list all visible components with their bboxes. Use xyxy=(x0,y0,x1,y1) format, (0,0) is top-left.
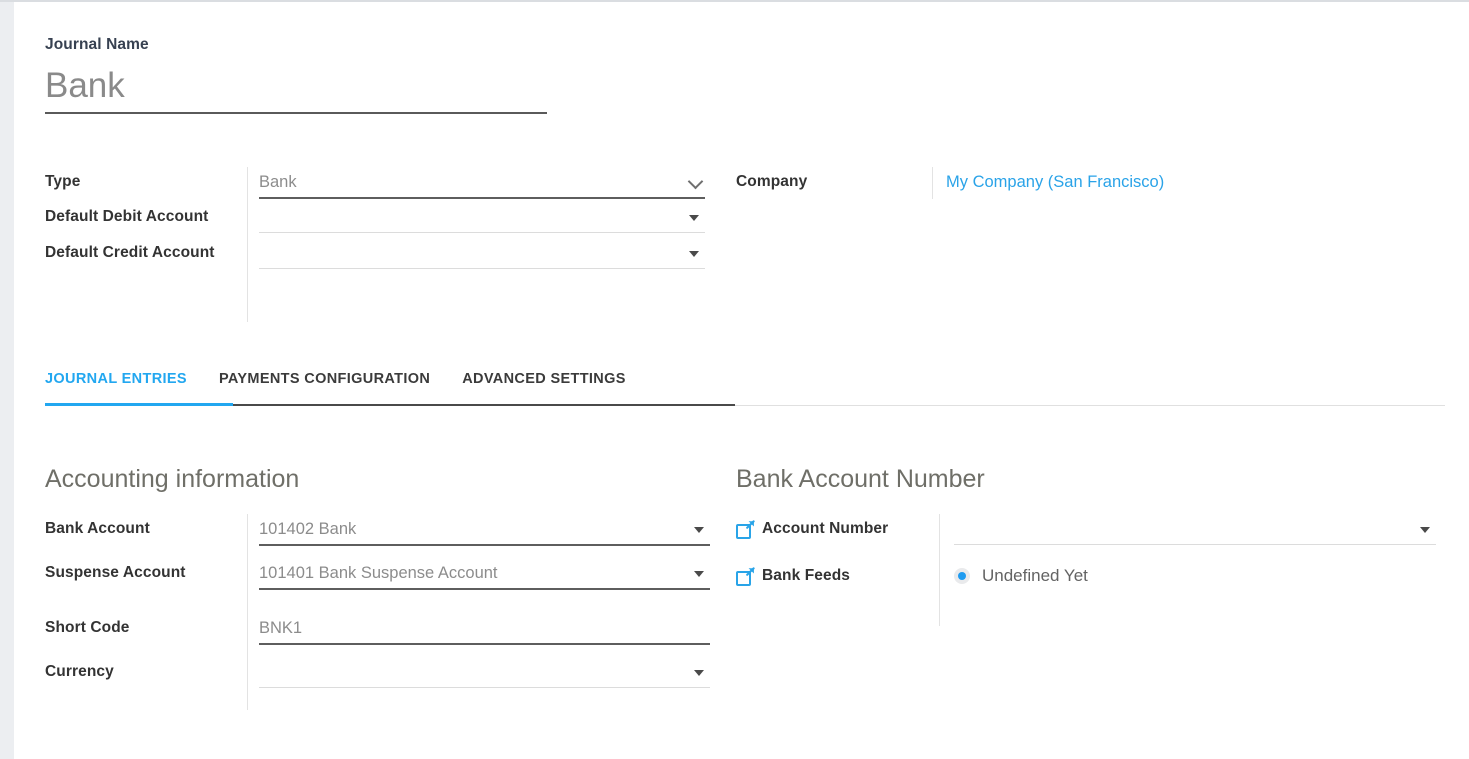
field-bank-feeds-label-wrap: Bank Feeds xyxy=(736,561,939,591)
field-company: Company My Company (San Francisco) xyxy=(736,167,1436,197)
journal-name-label: Journal Name xyxy=(45,36,149,53)
journal-name-input[interactable]: Bank xyxy=(45,64,547,108)
field-suspense-account-dropdown[interactable]: 101401 Bank Suspense Account xyxy=(259,558,710,588)
field-type-underline xyxy=(259,197,705,199)
bank-account-number-heading: Bank Account Number xyxy=(736,465,985,493)
company-link[interactable]: My Company (San Francisco) xyxy=(946,167,1436,197)
field-currency: Currency xyxy=(45,657,710,688)
journal-title-block: Journal Name Bank xyxy=(45,36,547,114)
field-bank-feeds: Bank Feeds Undefined Yet xyxy=(736,561,1436,591)
bank-account-number-section: Bank Account Number Account Number Bank … xyxy=(736,463,1436,626)
header-right-fields: Company My Company (San Francisco) xyxy=(736,167,1436,199)
field-suspense-account-value: 101401 Bank Suspense Account xyxy=(259,564,498,582)
field-bank-feeds-label: Bank Feeds xyxy=(762,567,851,584)
caret-down-icon[interactable] xyxy=(694,571,704,577)
field-default-debit-account-dropdown[interactable] xyxy=(259,202,705,232)
field-account-number-underline xyxy=(954,544,1436,545)
field-short-code-label: Short Code xyxy=(45,619,130,636)
field-short-code-input[interactable]: BNK1 xyxy=(259,613,710,643)
field-account-number-label: Account Number xyxy=(762,520,889,537)
tab-active-indicator xyxy=(45,403,233,406)
field-type-value: Bank xyxy=(259,173,297,191)
field-currency-label: Currency xyxy=(45,663,114,680)
field-default-credit-account-underline xyxy=(259,268,705,269)
external-link-icon[interactable] xyxy=(736,566,755,586)
page-left-gutter xyxy=(0,0,14,759)
field-bank-account-underline xyxy=(259,544,710,546)
caret-down-icon[interactable] xyxy=(1420,527,1430,533)
field-bank-account: Bank Account 101402 Bank xyxy=(45,514,710,551)
bank-feeds-radio-group[interactable]: Undefined Yet xyxy=(954,561,1436,591)
tab-advanced-settings[interactable]: ADVANCED SETTINGS xyxy=(462,359,626,401)
field-account-number-label-wrap: Account Number xyxy=(736,514,939,544)
field-account-number: Account Number xyxy=(736,514,1436,551)
tab-journal-entries[interactable]: JOURNAL ENTRIES xyxy=(45,359,187,401)
field-type-label: Type xyxy=(45,173,81,190)
journal-name-underline xyxy=(45,112,547,114)
header-left-fields: Type Bank Default Debit Account Default … xyxy=(45,167,705,322)
field-default-debit-account-label: Default Debit Account xyxy=(45,208,209,225)
journal-form-sheet: Journal Name Bank Type Bank Default Debi… xyxy=(14,2,1469,759)
accounting-information-heading: Accounting information xyxy=(45,465,300,493)
caret-down-icon[interactable] xyxy=(689,251,699,257)
field-short-code: Short Code BNK1 xyxy=(45,613,710,645)
radio-undefined-yet-label: Undefined Yet xyxy=(982,566,1088,585)
external-link-icon[interactable] xyxy=(736,519,755,539)
field-suspense-account: Suspense Account 101401 Bank Suspense Ac… xyxy=(45,558,710,590)
tab-bar-border-light xyxy=(735,405,1445,406)
caret-down-icon[interactable] xyxy=(694,670,704,676)
field-default-debit-account-underline xyxy=(259,232,705,233)
field-bank-account-label: Bank Account xyxy=(45,520,150,537)
field-short-code-value: BNK1 xyxy=(259,619,303,637)
field-type: Type Bank xyxy=(45,167,705,199)
field-currency-dropdown[interactable] xyxy=(259,657,710,687)
accounting-information-section: Accounting information Bank Account 1014… xyxy=(45,463,710,710)
field-suspense-account-label: Suspense Account xyxy=(45,564,186,581)
field-default-credit-account-dropdown[interactable] xyxy=(259,238,705,268)
field-bank-account-value: 101402 Bank xyxy=(259,520,357,538)
field-suspense-account-underline xyxy=(259,588,710,590)
radio-undefined-yet[interactable] xyxy=(954,568,970,584)
tab-payments-configuration[interactable]: PAYMENTS CONFIGURATION xyxy=(219,359,430,401)
field-default-debit-account: Default Debit Account xyxy=(45,202,705,233)
field-currency-underline xyxy=(259,687,710,688)
field-default-credit-account-label: Default Credit Account xyxy=(45,244,215,261)
field-bank-account-dropdown[interactable]: 101402 Bank xyxy=(259,514,710,544)
field-account-number-dropdown[interactable] xyxy=(954,514,1436,544)
field-short-code-underline xyxy=(259,643,710,645)
caret-down-icon[interactable] xyxy=(694,527,704,533)
tab-bar: JOURNAL ENTRIES PAYMENTS CONFIGURATION A… xyxy=(45,359,1445,407)
field-type-select[interactable]: Bank xyxy=(259,167,705,197)
field-company-label: Company xyxy=(736,173,808,190)
caret-down-icon[interactable] xyxy=(689,215,699,221)
field-default-credit-account: Default Credit Account xyxy=(45,238,705,269)
